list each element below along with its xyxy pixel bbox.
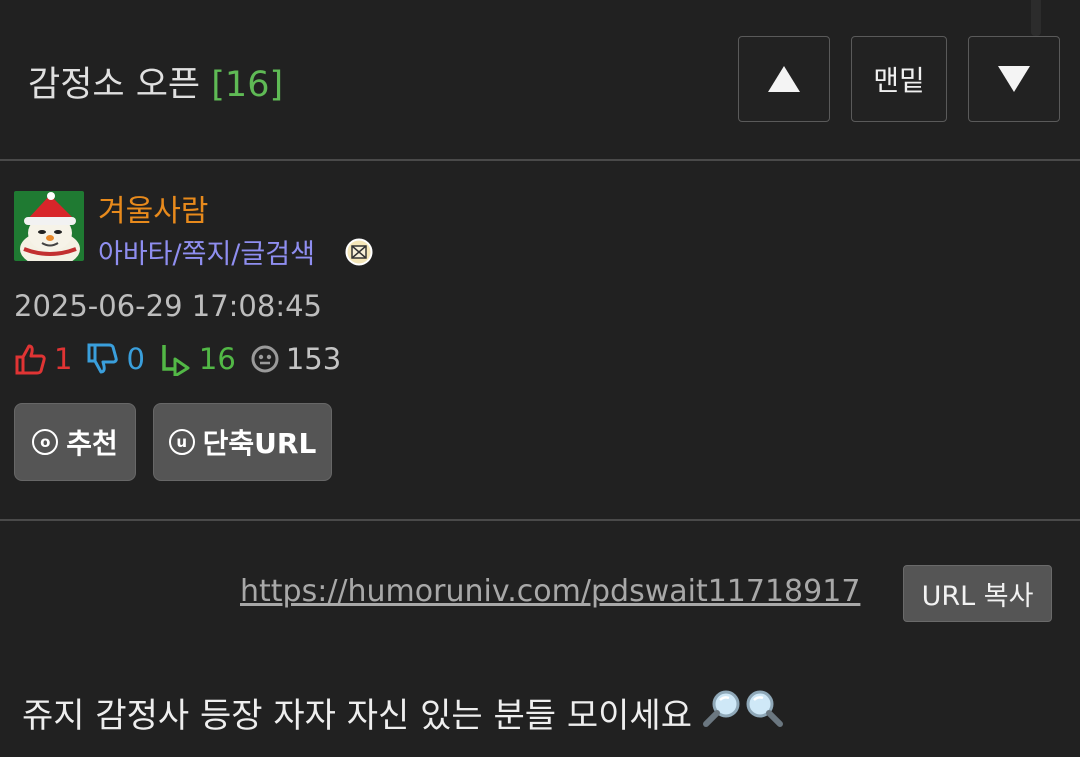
post-header: 감정소 오픈 [16] 맨밑 xyxy=(0,0,1080,161)
thumbs-up-icon xyxy=(15,344,46,375)
scroll-bottom-button[interactable]: 맨밑 xyxy=(851,36,947,122)
dislike-stat: 0 xyxy=(86,342,145,376)
scroll-down-button[interactable] xyxy=(968,36,1060,122)
author-links[interactable]: 아바타/쪽지/글검색 xyxy=(98,232,315,271)
triangle-down-icon xyxy=(998,66,1030,92)
view-count: 153 xyxy=(285,342,342,376)
section-divider xyxy=(0,519,1080,521)
magnifier-left-icon xyxy=(702,688,742,737)
reply-arrow-icon xyxy=(162,345,190,376)
short-url-label: 단축URL xyxy=(202,427,317,460)
post-title: 감정소 오픈 xyxy=(28,65,201,105)
post-datetime: 2025-06-29 17:08:45 xyxy=(14,289,322,323)
copy-url-label: URL 복사 xyxy=(921,581,1034,612)
page-title: 감정소 오픈 [16] xyxy=(28,56,283,107)
post-body-text: 쥬지 감정사 등장 자자 자신 있는 분들 모이세요 xyxy=(22,696,692,736)
comment-stat-count: 16 xyxy=(198,342,236,376)
recommend-circle-icon: o xyxy=(32,429,59,455)
thumbs-down-icon xyxy=(87,343,119,374)
recommend-label: 추천 xyxy=(66,427,118,460)
short-url-button[interactable]: u 단축URL xyxy=(153,403,332,481)
magnifier-right-icon xyxy=(744,688,784,737)
post-url-link[interactable]: https://humoruniv.com/pdswait11718917 xyxy=(240,574,860,609)
triangle-up-icon xyxy=(768,66,800,92)
view-stat: 153 xyxy=(250,342,341,376)
recommend-button[interactable]: o 추천 xyxy=(14,403,136,481)
scroll-bottom-label: 맨밑 xyxy=(873,64,925,97)
like-stat: 1 xyxy=(14,342,72,376)
face-view-icon xyxy=(251,345,279,373)
dislike-count: 0 xyxy=(126,342,145,376)
author-name[interactable]: 겨울사람 xyxy=(98,186,208,230)
reply-stat: 16 xyxy=(159,342,236,376)
comment-count: [16] xyxy=(211,65,284,105)
envelope-icon[interactable] xyxy=(345,238,373,266)
like-count: 1 xyxy=(54,342,73,376)
avatar[interactable] xyxy=(14,191,84,261)
scroll-up-button[interactable] xyxy=(738,36,830,122)
post-stats: 1 0 16 153 xyxy=(14,339,355,379)
short-url-circle-icon: u xyxy=(168,429,195,455)
copy-url-button[interactable]: URL 복사 xyxy=(903,565,1052,622)
post-body: 쥬지 감정사 등장 자자 자신 있는 분들 모이세요 xyxy=(22,688,784,737)
